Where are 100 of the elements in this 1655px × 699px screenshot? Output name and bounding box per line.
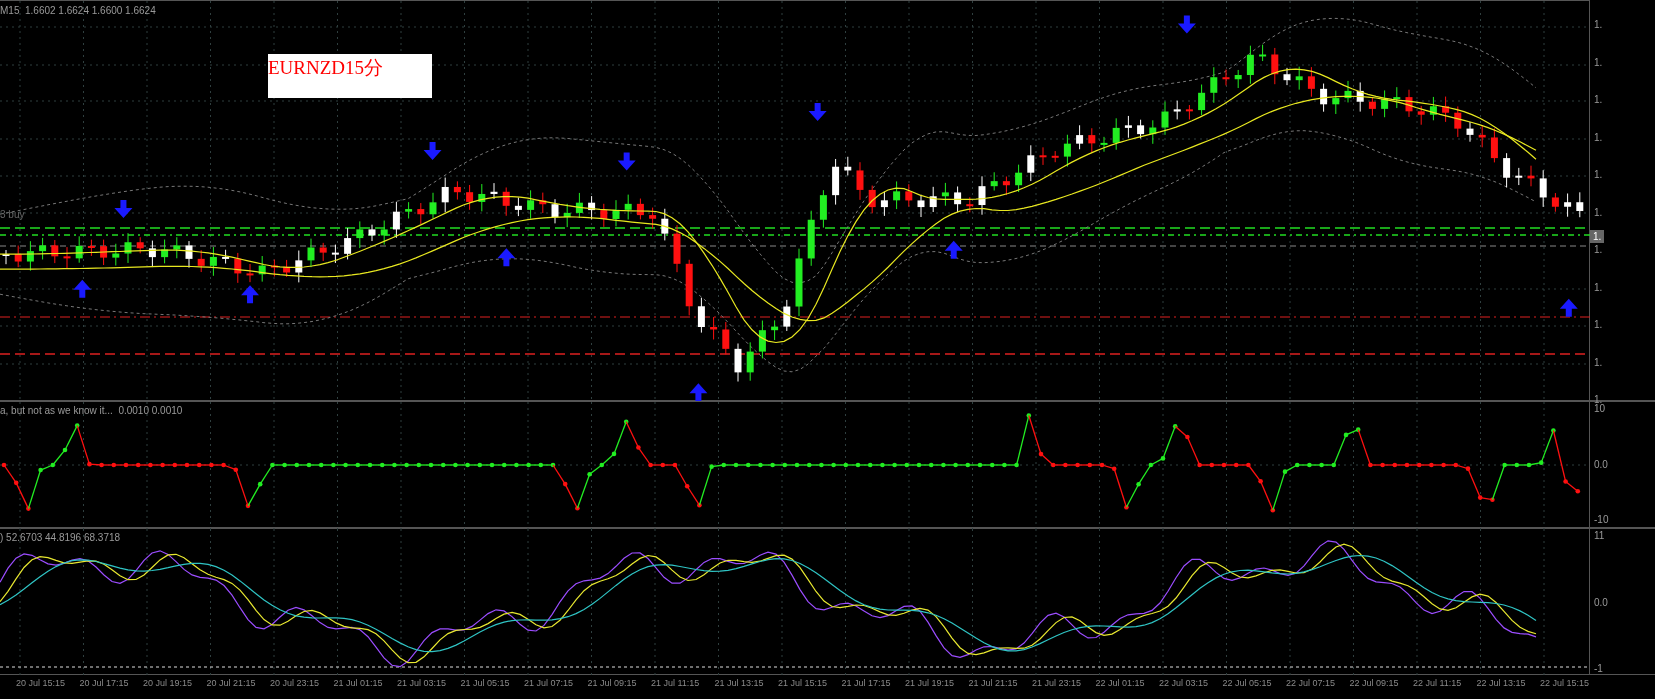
candlestick [1539,169,1547,208]
candlestick [26,240,34,272]
up-arrow-icon [241,285,260,304]
time-label: 21 Jul 01:15 [333,679,384,690]
time-label: 21 Jul 07:15 [524,679,575,690]
candlestick [1295,66,1303,91]
price-label: 1. [1594,357,1603,368]
candlestick [1393,86,1401,109]
candlestick [1173,100,1181,120]
candlestick [112,243,120,266]
candlestick [551,198,559,224]
time-label: 22 Jul 15:15 [1540,679,1591,690]
candlestick [417,202,425,225]
candlestick [368,224,376,242]
candlestick [14,245,22,268]
candlestick [734,343,742,382]
candlestick [1429,96,1437,121]
candlestick [563,203,571,228]
candlestick [197,249,205,273]
candlestick [1332,90,1340,115]
price-label: 1. [1594,95,1603,105]
candlestick [1027,144,1035,182]
candlestick [307,238,315,268]
candlestick [1039,146,1047,166]
price-label: 1. [1594,282,1603,293]
candlestick [39,237,47,260]
candlestick [746,341,754,382]
down-arrow-icon [1177,15,1196,34]
up-arrow-icon [73,279,92,298]
candlestick [1368,97,1376,117]
candlestick [1112,117,1120,151]
time-label: 22 Jul 07:15 [1286,679,1337,690]
price-label: 1. [1594,132,1603,143]
candlestick [917,194,925,218]
symbol-label: EURNZD15分 [268,54,432,98]
up-arrow-icon [1559,298,1578,317]
candlestick [1002,176,1010,196]
candlestick [1564,193,1572,218]
candlestick [1015,164,1023,193]
scale-label: 10 [1594,404,1607,414]
scale-label: -10 [1594,515,1610,525]
candlestick [295,250,303,283]
candlestick [1405,89,1413,118]
candlestick [612,199,620,227]
candlestick [2,249,10,265]
time-label: 21 Jul 17:15 [841,679,892,690]
candlestick [1051,150,1059,163]
time-label: 21 Jul 21:15 [968,679,1019,690]
candlestick [51,239,59,264]
candlestick [1283,67,1291,86]
candlestick [832,158,840,206]
time-label: 22 Jul 09:15 [1349,679,1400,690]
candlestick [1185,104,1193,121]
candlestick [1259,44,1267,62]
candlestick [1222,69,1230,86]
candlestick [807,210,815,267]
candlestick [1454,106,1462,138]
candlestick [405,201,413,219]
candlestick [1551,192,1559,213]
time-label: 20 Jul 19:15 [143,679,194,690]
candlestick [1478,124,1486,148]
candlestick [453,180,461,201]
candlestick [1381,89,1389,118]
candlestick [1246,45,1254,85]
candlestick [1137,119,1145,139]
candlestick [1100,136,1108,153]
time-label: 22 Jul 01:15 [1095,679,1146,690]
candlestick [710,316,718,340]
candlestick [246,263,254,283]
time-label: 21 Jul 09:15 [587,679,638,690]
candlestick [575,192,583,219]
up-arrow-icon [689,383,708,401]
candlestick [1063,134,1071,168]
candlestick [758,320,766,359]
candlestick [527,189,535,220]
indicator-header: a, but not as we know it... 0.0010 0.0010 [0,406,183,416]
time-label: 21 Jul 15:15 [778,679,829,690]
scale-label: 11 [1594,531,1606,541]
candlestick [1490,127,1498,163]
candlestick [954,185,962,213]
candlestick [234,252,242,284]
time-label: 21 Jul 05:15 [460,679,511,690]
candlestick [978,175,986,216]
candlestick [856,161,864,201]
candlestick [490,182,498,200]
candlestick [966,196,974,213]
candlestick [1149,119,1157,145]
price-label: 1. [1594,20,1603,30]
scale-label: 0.0 [1594,459,1609,470]
candlestick [990,171,998,191]
time-label: 22 Jul 05:15 [1222,679,1273,690]
candlestick [819,189,827,229]
candlestick [441,177,449,213]
candlestick [222,249,230,265]
time-label: 21 Jul 11:15 [651,679,701,690]
time-label: 20 Jul 23:15 [270,679,321,690]
candlestick [185,240,193,269]
candlestick [1515,167,1523,186]
candlestick [673,224,681,273]
time-label: 21 Jul 03:15 [397,679,448,690]
